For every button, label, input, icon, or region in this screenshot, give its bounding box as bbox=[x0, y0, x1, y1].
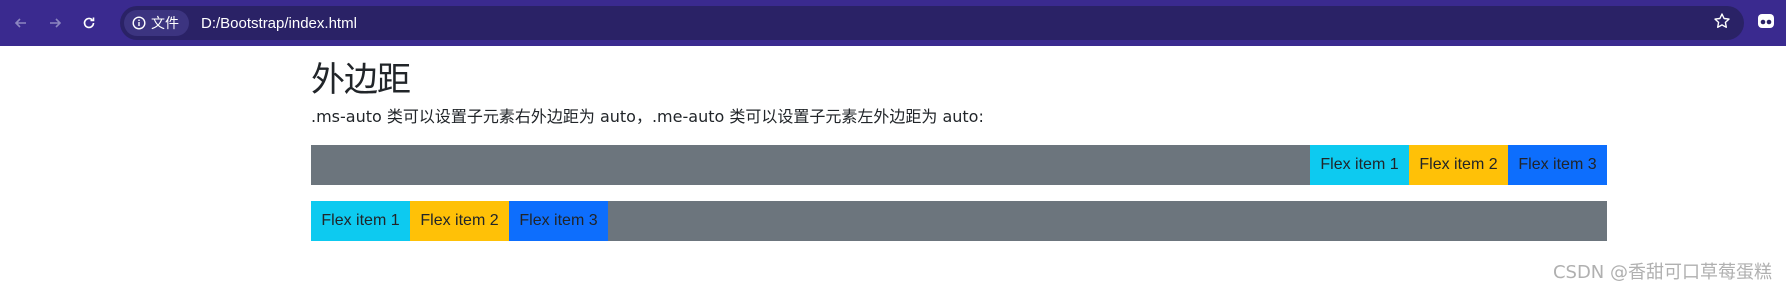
flex-item: Flex item 3 bbox=[509, 201, 608, 241]
flex-item: Flex item 1 bbox=[311, 201, 410, 241]
back-button[interactable] bbox=[4, 6, 38, 40]
star-icon bbox=[1713, 12, 1731, 35]
profile-icon bbox=[1756, 11, 1776, 36]
bookmark-button[interactable] bbox=[1710, 11, 1734, 35]
page-container: 外边距 .ms-auto 类可以设置子元素右外边距为 auto，.me-auto… bbox=[311, 46, 1607, 241]
flex-container-ms-auto: Flex item 1 Flex item 2 Flex item 3 bbox=[311, 145, 1607, 185]
url-text[interactable]: D:/Bootstrap/index.html bbox=[201, 15, 357, 32]
browser-toolbar: 文件 D:/Bootstrap/index.html bbox=[0, 0, 1786, 46]
site-chip-label: 文件 bbox=[151, 16, 179, 32]
flex-item: Flex item 3 bbox=[1508, 145, 1607, 185]
site-info-chip[interactable]: 文件 bbox=[124, 10, 189, 36]
flex-item: Flex item 2 bbox=[1409, 145, 1508, 185]
page-title: 外边距 bbox=[311, 60, 411, 100]
reload-button[interactable] bbox=[72, 6, 106, 40]
page-description: .ms-auto 类可以设置子元素右外边距为 auto，.me-auto 类可以… bbox=[311, 107, 984, 126]
arrow-right-icon bbox=[47, 15, 63, 31]
flex-item: Flex item 2 bbox=[410, 201, 509, 241]
flex-item: Flex item 1 bbox=[1310, 145, 1409, 185]
reload-icon bbox=[81, 15, 97, 31]
arrow-left-icon bbox=[13, 15, 29, 31]
info-icon bbox=[132, 16, 146, 30]
profile-button[interactable] bbox=[1754, 11, 1778, 35]
flex-container-me-auto: Flex item 1 Flex item 2 Flex item 3 bbox=[311, 201, 1607, 241]
address-bar[interactable]: 文件 D:/Bootstrap/index.html bbox=[120, 6, 1744, 40]
watermark: CSDN @香甜可口草莓蛋糕 bbox=[1552, 262, 1772, 283]
forward-button[interactable] bbox=[38, 6, 72, 40]
